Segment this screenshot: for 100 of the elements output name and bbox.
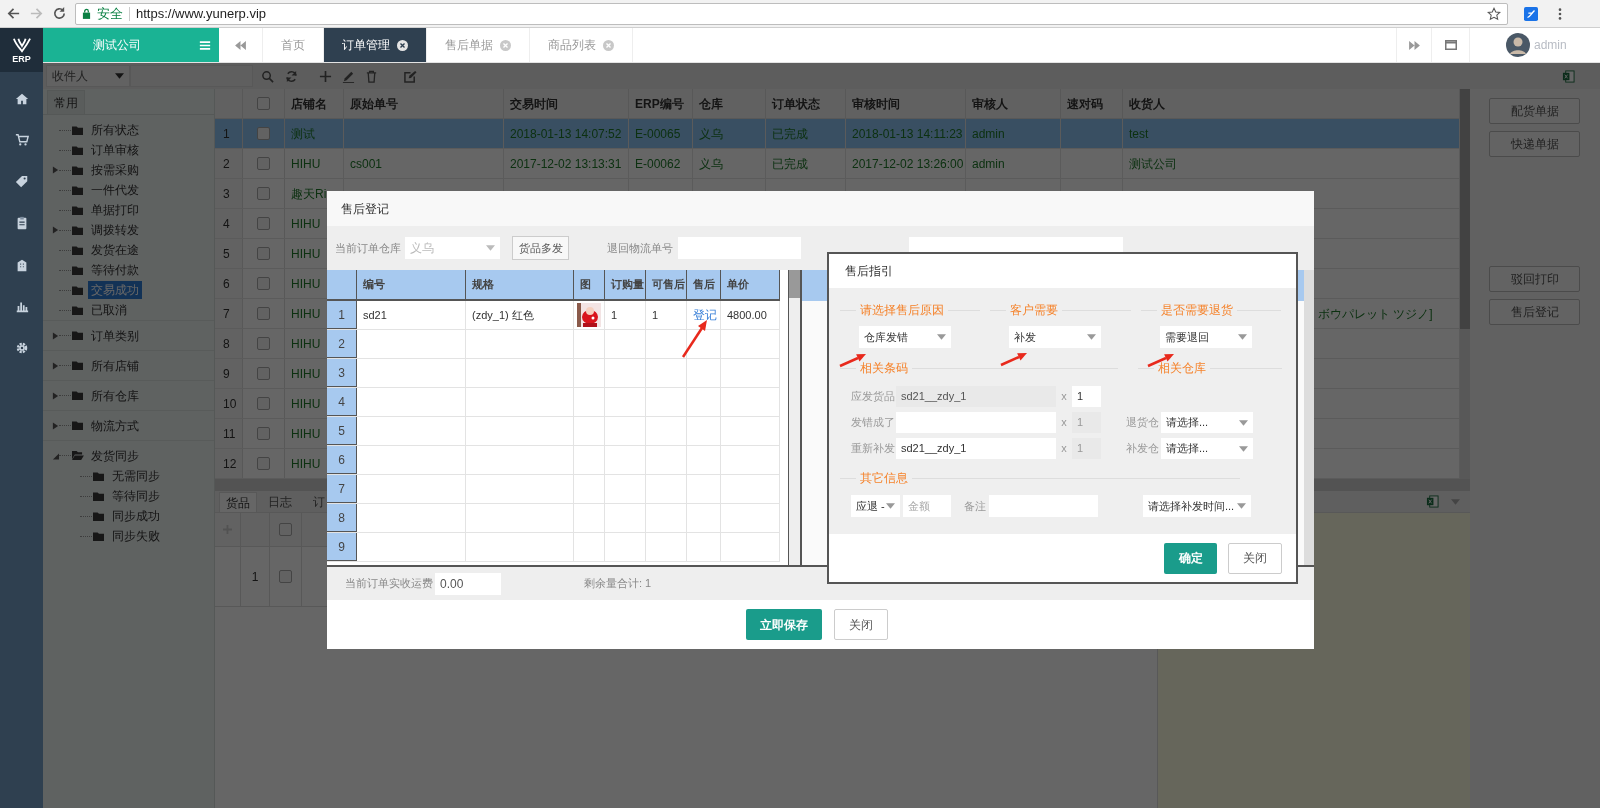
column-header[interactable]: 可售后 [652,276,685,293]
checkbox[interactable] [257,277,270,290]
input-field[interactable]: sd21__zdy_1 [896,438,1056,459]
tree-item[interactable]: 所有店铺 [88,356,142,375]
expand-toggle-icon[interactable] [52,331,59,340]
tab[interactable]: 常用 [47,90,85,114]
checkbox[interactable] [279,570,292,583]
tree-item[interactable]: 发货在途 [88,241,142,259]
column-header[interactable]: 交易时间 [510,94,558,113]
home-icon[interactable] [14,91,29,106]
register-link[interactable]: 登记 [693,306,717,324]
tab[interactable]: 货品 [219,492,257,512]
tree-item[interactable]: 发货同步 [88,446,142,465]
column-header[interactable]: 速对码 [1067,94,1103,113]
tree-item[interactable]: 所有状态 [88,121,142,139]
settings-icon[interactable] [14,340,29,355]
checkbox[interactable] [257,157,270,170]
tree-item[interactable]: 同步成功 [109,507,163,525]
checkbox[interactable] [257,217,270,230]
tree-item[interactable]: 已取消 [88,301,130,319]
scrollbar[interactable] [1460,89,1470,479]
column-header[interactable]: 收货人 [1129,94,1165,113]
expand-toggle-icon[interactable] [52,391,59,400]
checkbox[interactable] [279,523,292,536]
checkbox[interactable] [257,187,270,200]
column-header[interactable]: 仓库 [699,94,723,113]
expand-toggle-icon[interactable] [52,226,59,234]
column-header[interactable]: 审核人 [972,94,1008,113]
address-bar[interactable]: 安全 https://www.yunerp.vip [75,2,1508,25]
warehouse-select[interactable]: 义乌 [405,237,500,259]
column-header[interactable]: 原始单号 [350,94,398,113]
expand-toggle-icon[interactable] [52,166,59,174]
column-header[interactable]: 图 [580,276,591,293]
star-icon[interactable] [1487,6,1501,21]
extension-icon[interactable] [1524,6,1538,21]
resend-time-select[interactable]: 请选择补发时间... [1143,495,1251,517]
choice-select[interactable]: 补发 [1009,326,1101,348]
table-row[interactable]: 2 HIHU cs001 2017-12-02 13:13:31 E-00062 义乌 已完成 2017-12-02 13:26:00 admin 测试公司 [215,149,1460,179]
column-header[interactable]: 订购量 [611,276,644,293]
tab[interactable]: 订单管理 [324,28,427,62]
checkbox[interactable] [257,427,270,440]
table-row[interactable]: 1 测试 2018-01-13 14:07:52 E-00065 义乌 已完成 2018-01-13 14:11:23 admin test [215,119,1460,149]
checkbox[interactable] [257,337,270,350]
tree-item[interactable]: 物流方式 [88,416,142,435]
tree-item[interactable]: 交易成功 [88,281,142,299]
scrollbar[interactable] [788,270,800,565]
pencil-icon[interactable] [342,69,355,83]
warehouse-select[interactable]: 请选择... [1161,438,1253,459]
scrollbar[interactable] [1304,270,1314,565]
close-button[interactable]: 关闭 [1228,542,1282,574]
close-button[interactable]: 关闭 [834,609,888,640]
filter-select[interactable]: 收件人 [46,65,130,87]
action-button[interactable]: 配货单据 [1489,98,1580,124]
cart-icon[interactable] [14,133,29,148]
column-header[interactable]: 店铺名 [291,94,327,113]
tag-icon[interactable] [14,174,29,189]
action-button[interactable]: 快递单据 [1489,131,1580,157]
column-header[interactable]: 订单状态 [772,94,820,113]
menu-icon[interactable] [199,39,211,51]
choice-select[interactable]: 仓库发错 [859,326,951,348]
confirm-button[interactable]: 确定 [1164,542,1217,574]
column-header[interactable]: 审核时间 [852,94,900,113]
choice-select[interactable]: 需要退回 [1160,326,1252,348]
checkbox[interactable] [257,397,270,410]
refund-select[interactable]: 应退 - [851,495,900,517]
tree-item[interactable]: 等待付款 [88,261,142,279]
close-icon[interactable] [397,39,408,51]
column-header[interactable]: 规格 [472,276,494,293]
column-header[interactable]: ERP编号 [635,94,684,113]
tree-item[interactable]: 无需同步 [109,467,163,485]
user-name[interactable]: admin [1534,36,1567,54]
avatar[interactable] [1506,33,1530,57]
column-header[interactable]: 编号 [363,276,385,293]
spreadsheet-icon[interactable] [1426,495,1439,508]
forward-arrow-icon[interactable] [29,6,44,21]
checkbox[interactable] [257,457,270,470]
tree-item[interactable]: 所有仓库 [88,386,142,405]
column-header[interactable]: 售后 [693,276,715,293]
trash-icon[interactable] [365,69,378,83]
amount-field[interactable]: 金额 [903,495,951,517]
tree-item[interactable]: 单据打印 [88,201,142,219]
tab[interactable]: 日志 [261,492,299,512]
tree-item[interactable]: 一件代发 [88,181,142,199]
checkbox[interactable] [257,307,270,320]
expand-toggle-icon[interactable] [52,421,59,430]
action-button[interactable]: 售后登记 [1489,299,1580,325]
back-arrow-icon[interactable] [6,6,21,21]
spreadsheet-icon[interactable] [1562,69,1575,83]
input-field[interactable]: 0.00 [435,572,501,595]
checkbox[interactable] [257,247,270,260]
checkbox[interactable] [257,97,270,110]
checkbox[interactable] [257,367,270,380]
more-menu-icon[interactable] [1558,6,1562,21]
tree-item[interactable]: 等待同步 [109,487,163,505]
search-icon[interactable] [261,69,274,83]
multi-ship-button[interactable]: 货品多发 [512,236,569,260]
reload-icon[interactable] [52,6,67,21]
column-header[interactable]: 单价 [727,276,749,293]
tree-item[interactable]: 订单审核 [88,141,142,159]
warehouse-select[interactable]: 请选择... [1161,412,1253,433]
